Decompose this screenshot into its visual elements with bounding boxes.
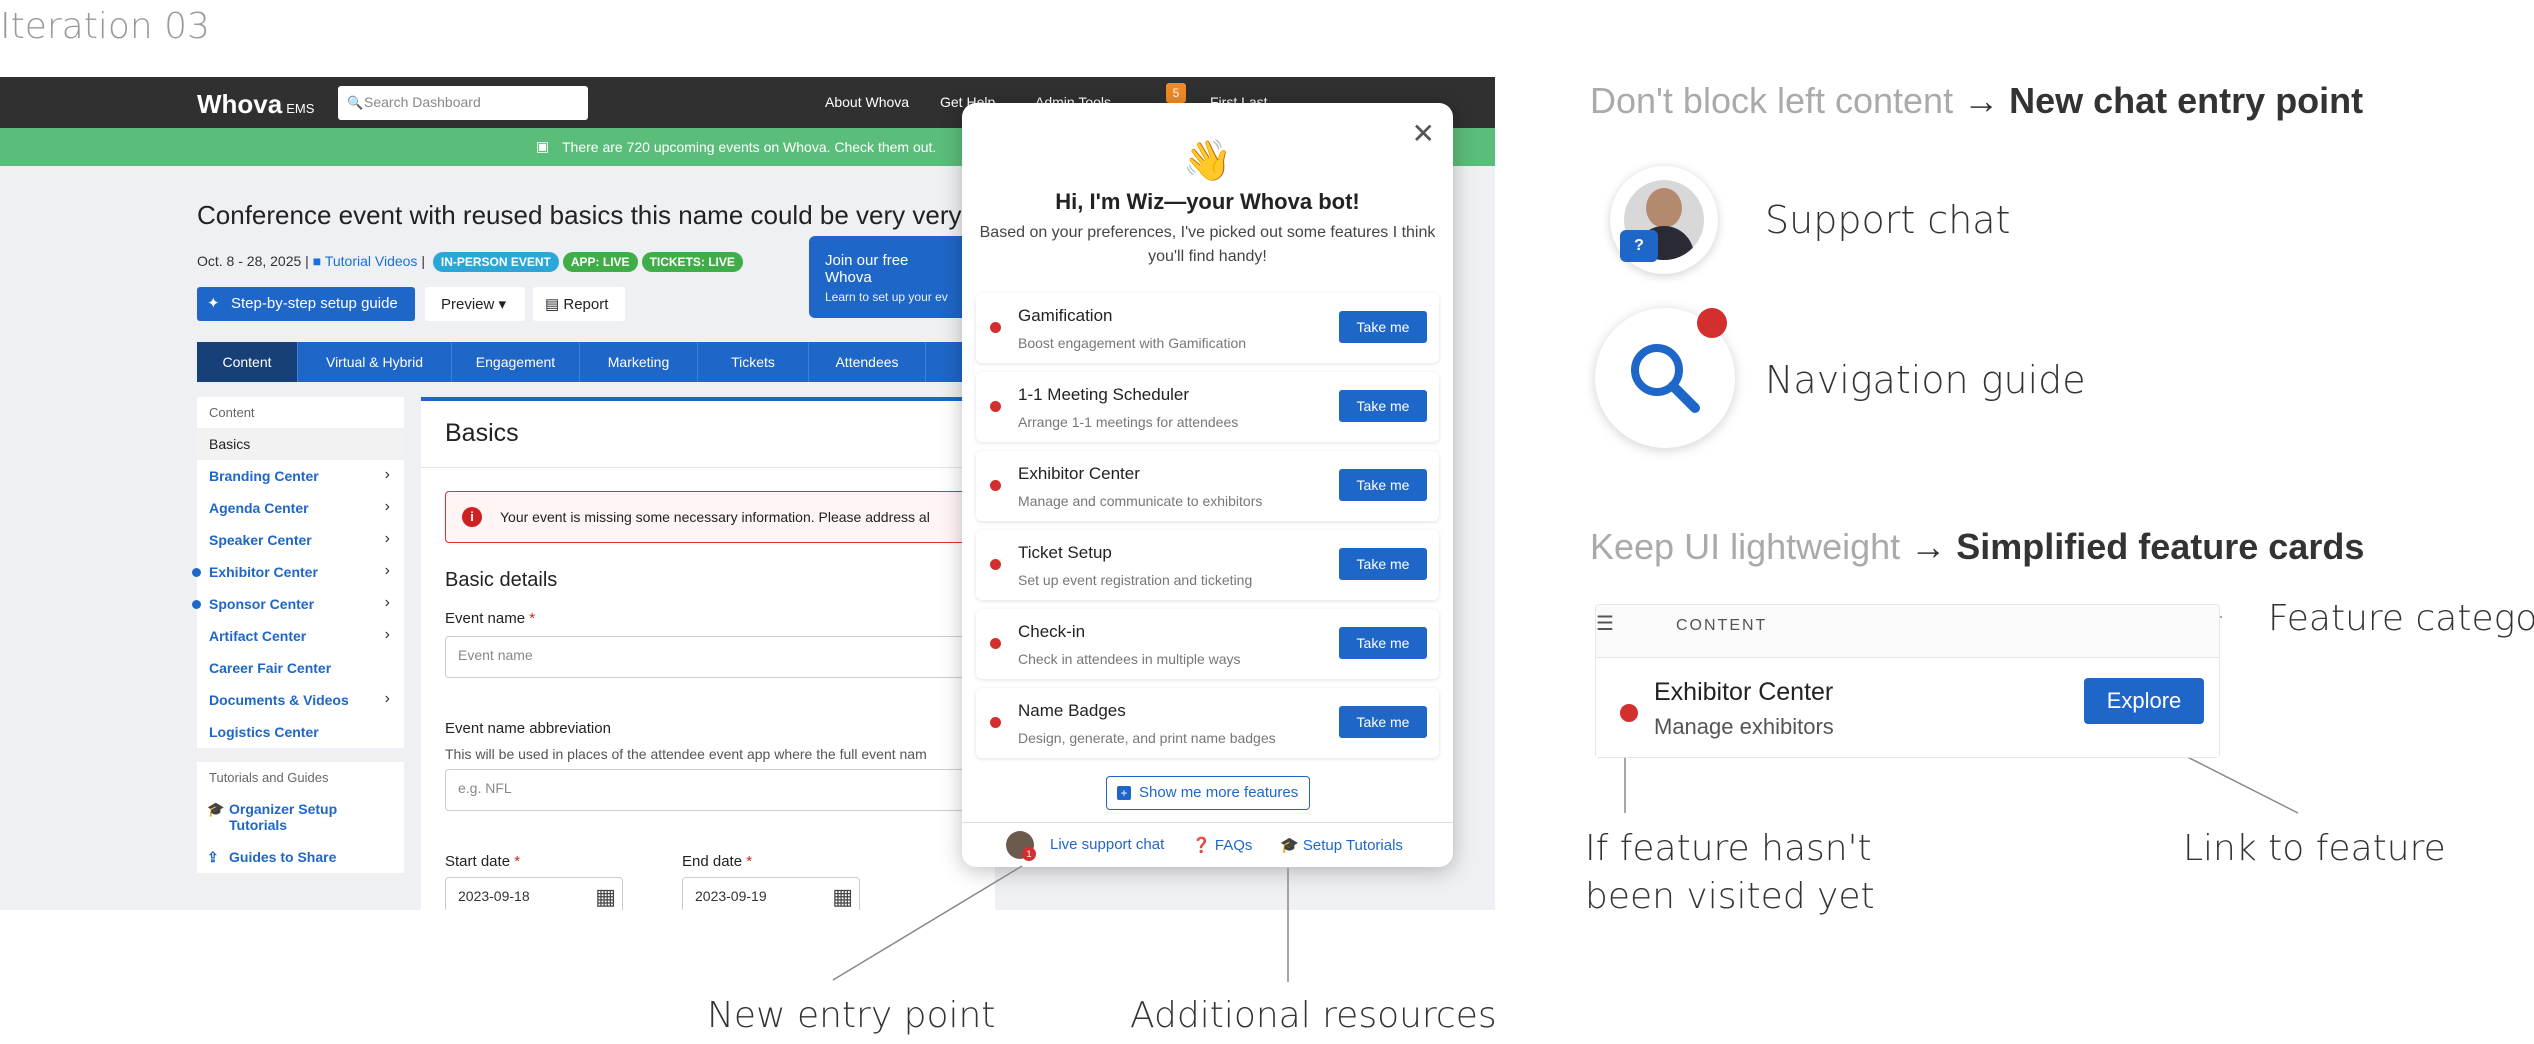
link-to-feature-label: Link to feature [2183, 828, 2446, 869]
unvisited-dot-icon [1620, 704, 1638, 722]
additional-resources-label: Additional resources [1130, 995, 1497, 1036]
new-entry-point-label: New entry point [707, 995, 996, 1036]
not-visited-label-2: been visited yet [1585, 876, 1875, 917]
support-chat-icon[interactable]: ? [1610, 166, 1718, 274]
support-chat-label: Support chat [1765, 198, 2011, 242]
magnifier-icon [1631, 344, 1700, 413]
not-visited-label-1: If feature hasn't [1585, 828, 1872, 869]
heading-feature-cards: Keep UI lightweight → Simplified feature… [1590, 526, 2365, 567]
navigation-guide-icon[interactable] [1595, 308, 1735, 448]
feature-category-label: Feature category [2268, 598, 2534, 639]
list-icon: ☰ [1596, 613, 1614, 635]
notification-dot-icon [1697, 308, 1727, 338]
category-label: CONTENT [1676, 617, 1768, 634]
sample-feature-card: Exhibitor Center Manage exhibitors Explo… [1596, 657, 2219, 757]
navigation-guide-label: Navigation guide [1765, 358, 2086, 402]
heading-entry-point: Don't block left content → New chat entr… [1590, 80, 2364, 121]
card-title: Exhibitor Center [1654, 678, 1834, 706]
card-subtitle: Manage exhibitors [1654, 714, 1834, 739]
explore-button[interactable]: Explore [2084, 678, 2204, 724]
callout-lines [832, 616, 2299, 982]
sample-feature-card-group: ☰ CONTENT Exhibitor Center Manage exhibi… [1595, 604, 2220, 758]
chat-bubble-icon: ? [1620, 230, 1658, 262]
